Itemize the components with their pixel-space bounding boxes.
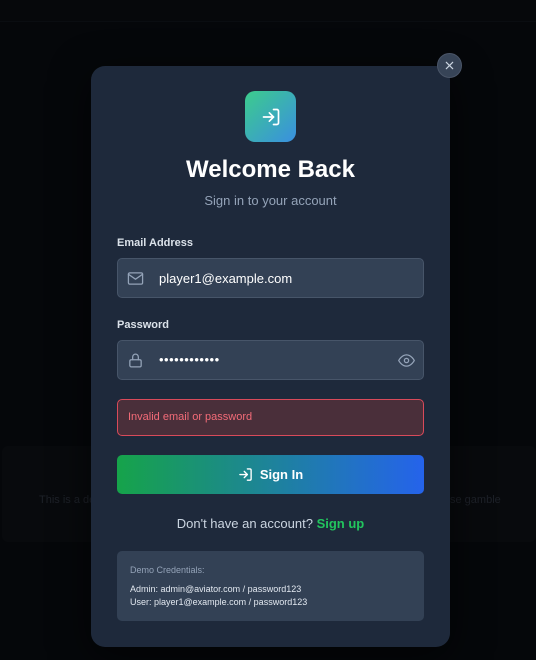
password-label: Password bbox=[117, 319, 169, 331]
sign-in-icon bbox=[262, 108, 279, 125]
sign-in-button[interactable]: Sign In bbox=[117, 455, 424, 494]
signup-link[interactable]: Sign up bbox=[317, 516, 365, 531]
login-modal: Welcome Back Sign in to your account Ema… bbox=[91, 66, 450, 647]
demo-credentials-title: Demo Credentials: bbox=[130, 565, 205, 575]
signup-prompt-line: Don't have an account? Sign up bbox=[91, 516, 450, 531]
lock-icon bbox=[129, 353, 142, 368]
close-icon bbox=[445, 61, 454, 70]
demo-credentials-box: Demo Credentials: Admin: admin@aviator.c… bbox=[117, 551, 424, 621]
email-field[interactable] bbox=[117, 258, 424, 298]
modal-subtitle: Sign in to your account bbox=[204, 193, 337, 208]
email-input[interactable] bbox=[159, 259, 379, 297]
mail-icon bbox=[127, 272, 144, 285]
page: This is a de se gamble Welcome Back Sign… bbox=[0, 0, 536, 660]
demo-admin-line: Admin: admin@aviator.com / password123 bbox=[130, 584, 302, 594]
error-message: Invalid email or password bbox=[117, 399, 424, 436]
email-label: Email Address bbox=[117, 237, 194, 249]
sign-in-button-icon bbox=[239, 468, 252, 481]
signup-prompt: Don't have an account? bbox=[176, 516, 313, 531]
password-field[interactable]: •••••••••••• bbox=[117, 340, 424, 380]
eye-icon[interactable] bbox=[398, 352, 415, 369]
login-logo bbox=[245, 91, 296, 142]
sign-in-label: Sign In bbox=[259, 467, 304, 482]
password-input[interactable]: •••••••••••• bbox=[159, 341, 220, 379]
close-button[interactable] bbox=[437, 53, 462, 78]
demo-user-line: User: player1@example.com / password123 bbox=[130, 597, 308, 607]
modal-title: Welcome Back bbox=[186, 156, 355, 183]
